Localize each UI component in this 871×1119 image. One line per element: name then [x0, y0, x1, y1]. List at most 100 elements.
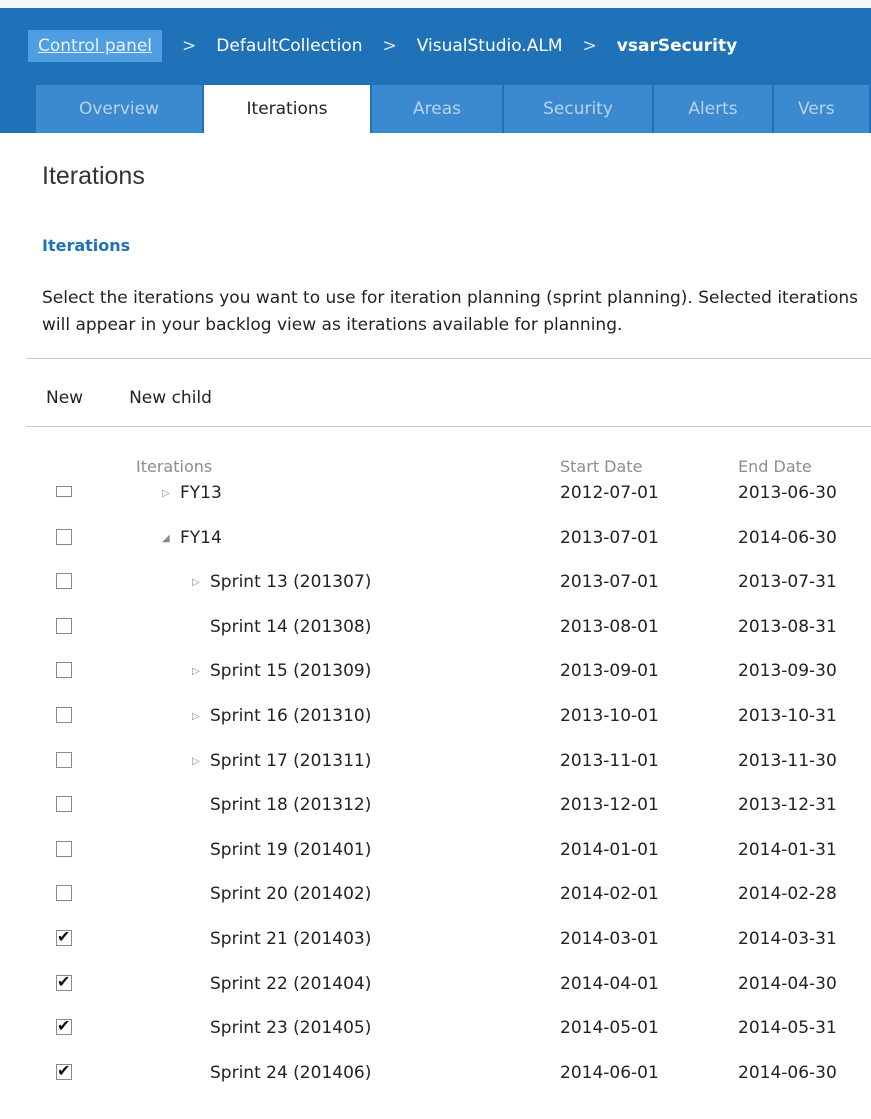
iteration-name[interactable]: Sprint 16 (201310): [210, 706, 371, 726]
column-header-iterations: Iterations: [136, 457, 213, 476]
iteration-name-cell: Sprint 23 (201405): [192, 1018, 371, 1038]
column-header-end-date: End Date: [738, 457, 812, 476]
start-date: 2013-12-01: [560, 795, 659, 815]
iteration-name[interactable]: Sprint 22 (201404): [210, 974, 371, 994]
iteration-name[interactable]: Sprint 18 (201312): [210, 795, 371, 815]
collapse-triangle-icon[interactable]: ◢: [162, 533, 176, 544]
iteration-name[interactable]: Sprint 13 (201307): [210, 572, 371, 592]
iteration-checkbox[interactable]: [56, 885, 72, 901]
iteration-name-cell: ▷ Sprint 13 (201307): [192, 572, 371, 592]
iteration-name[interactable]: FY13: [180, 483, 222, 503]
iteration-name[interactable]: FY14: [180, 528, 222, 548]
expand-triangle-icon[interactable]: ▷: [192, 711, 206, 722]
iteration-checkbox[interactable]: [56, 573, 72, 589]
end-date: 2013-07-31: [738, 572, 837, 592]
page-title: Iterations: [42, 162, 145, 190]
start-date: 2013-09-01: [560, 661, 659, 681]
start-date: 2014-03-01: [560, 929, 659, 949]
start-date: 2014-04-01: [560, 974, 659, 994]
header-bar: Control panel > DefaultCollection > Visu…: [0, 0, 871, 133]
iteration-name-cell: ▷ Sprint 17 (201311): [192, 751, 371, 771]
start-date: 2013-10-01: [560, 706, 659, 726]
tab-overview[interactable]: Overview: [36, 85, 204, 133]
start-date: 2013-08-01: [560, 617, 659, 637]
iteration-name[interactable]: Sprint 14 (201308): [210, 617, 371, 637]
iteration-name[interactable]: Sprint 19 (201401): [210, 840, 371, 860]
expand-triangle-icon[interactable]: ▷: [192, 756, 206, 767]
iteration-checkbox[interactable]: [56, 1061, 72, 1080]
end-date: 2013-06-30: [738, 483, 837, 503]
end-date: 2014-05-31: [738, 1018, 837, 1038]
tab-security[interactable]: Security: [504, 85, 654, 133]
tab-iterations[interactable]: Iterations: [204, 85, 372, 133]
start-date: 2013-07-01: [560, 528, 659, 548]
iteration-row[interactable]: ▷ FY13 2012-07-01 2013-06-30: [0, 475, 871, 519]
iteration-row[interactable]: Sprint 14 (201308) 2013-08-01 2013-08-31: [0, 609, 871, 653]
iteration-name-cell: Sprint 14 (201308): [192, 617, 371, 637]
end-date: 2014-01-31: [738, 840, 837, 860]
breadcrumb-control-panel[interactable]: Control panel: [28, 30, 163, 62]
iteration-row[interactable]: Sprint 19 (201401) 2014-01-01 2014-01-31: [0, 832, 871, 876]
header-edge: [0, 0, 871, 8]
iteration-checkbox[interactable]: [56, 752, 72, 768]
expand-triangle-icon[interactable]: ▷: [162, 488, 176, 499]
iteration-checkbox[interactable]: [56, 927, 72, 946]
iteration-name[interactable]: Sprint 15 (201309): [210, 661, 371, 681]
end-date: 2013-08-31: [738, 617, 837, 637]
iteration-row[interactable]: Sprint 18 (201312) 2013-12-01 2013-12-31: [0, 787, 871, 831]
start-date: 2013-11-01: [560, 751, 659, 771]
tab-version-control[interactable]: Vers: [774, 85, 871, 133]
iteration-name-cell: Sprint 21 (201403): [192, 929, 371, 949]
end-date: 2013-09-30: [738, 661, 837, 681]
iteration-checkbox[interactable]: [56, 972, 72, 991]
iteration-row[interactable]: Sprint 21 (201403) 2014-03-01 2014-03-31: [0, 921, 871, 965]
iteration-checkbox[interactable]: [56, 841, 72, 857]
start-date: 2013-07-01: [560, 572, 659, 592]
iteration-checkbox[interactable]: [56, 529, 72, 545]
breadcrumb-separator: >: [582, 36, 597, 56]
breadcrumb-default-collection[interactable]: DefaultCollection: [216, 36, 362, 56]
iteration-checkbox[interactable]: [56, 618, 72, 634]
iteration-name-cell: ▷ Sprint 16 (201310): [192, 706, 371, 726]
expand-triangle-icon[interactable]: ▷: [192, 666, 206, 677]
iteration-name[interactable]: Sprint 17 (201311): [210, 751, 371, 771]
iteration-row[interactable]: ▷ Sprint 15 (201309) 2013-09-01 2013-09-30: [0, 653, 871, 697]
end-date: 2014-04-30: [738, 974, 837, 994]
iteration-name[interactable]: Sprint 21 (201403): [210, 929, 371, 949]
iteration-name[interactable]: Sprint 23 (201405): [210, 1018, 371, 1038]
iteration-name-cell: Sprint 18 (201312): [192, 795, 371, 815]
start-date: 2014-02-01: [560, 884, 659, 904]
tab-alerts[interactable]: Alerts: [654, 85, 774, 133]
breadcrumb-separator: >: [182, 36, 197, 56]
iteration-checkbox[interactable]: [56, 662, 72, 678]
breadcrumb: Control panel > DefaultCollection > Visu…: [28, 26, 737, 66]
iteration-checkbox[interactable]: [56, 486, 72, 497]
new-child-button[interactable]: New child: [129, 388, 212, 408]
iteration-row[interactable]: ◢ FY14 2013-07-01 2014-06-30: [0, 520, 871, 564]
iteration-name-cell: Sprint 22 (201404): [192, 974, 371, 994]
tab-areas[interactable]: Areas: [372, 85, 504, 133]
iteration-row[interactable]: ▷ Sprint 13 (201307) 2013-07-01 2013-07-31: [0, 564, 871, 608]
iteration-checkbox[interactable]: [56, 796, 72, 812]
iteration-row[interactable]: ▷ Sprint 16 (201310) 2013-10-01 2013-10-31: [0, 698, 871, 742]
column-header-start-date: Start Date: [560, 457, 643, 476]
iteration-name[interactable]: Sprint 24 (201406): [210, 1063, 371, 1083]
iteration-name-cell: Sprint 20 (201402): [192, 884, 371, 904]
iteration-name[interactable]: Sprint 20 (201402): [210, 884, 371, 904]
breadcrumb-vsarsecurity[interactable]: vsarSecurity: [617, 36, 737, 56]
iteration-row[interactable]: Sprint 24 (201406) 2014-06-01 2014-06-30: [0, 1055, 871, 1099]
iteration-row[interactable]: ▷ Sprint 17 (201311) 2013-11-01 2013-11-30: [0, 743, 871, 787]
start-date: 2014-05-01: [560, 1018, 659, 1038]
iteration-name-cell: Sprint 24 (201406): [192, 1063, 371, 1083]
iteration-row[interactable]: Sprint 22 (201404) 2014-04-01 2014-04-30: [0, 966, 871, 1010]
iteration-row[interactable]: Sprint 23 (201405) 2014-05-01 2014-05-31: [0, 1010, 871, 1054]
description-text: Select the iterations you want to use fo…: [42, 288, 858, 335]
breadcrumb-visualstudio-alm[interactable]: VisualStudio.ALM: [417, 36, 563, 56]
iteration-checkbox[interactable]: [56, 1016, 72, 1035]
iteration-name-cell: ◢ FY14: [162, 528, 222, 548]
start-date: 2012-07-01: [560, 483, 659, 503]
iteration-row[interactable]: Sprint 20 (201402) 2014-02-01 2014-02-28: [0, 876, 871, 920]
expand-triangle-icon[interactable]: ▷: [192, 577, 206, 588]
new-button[interactable]: New: [46, 388, 83, 408]
iteration-checkbox[interactable]: [56, 707, 72, 723]
